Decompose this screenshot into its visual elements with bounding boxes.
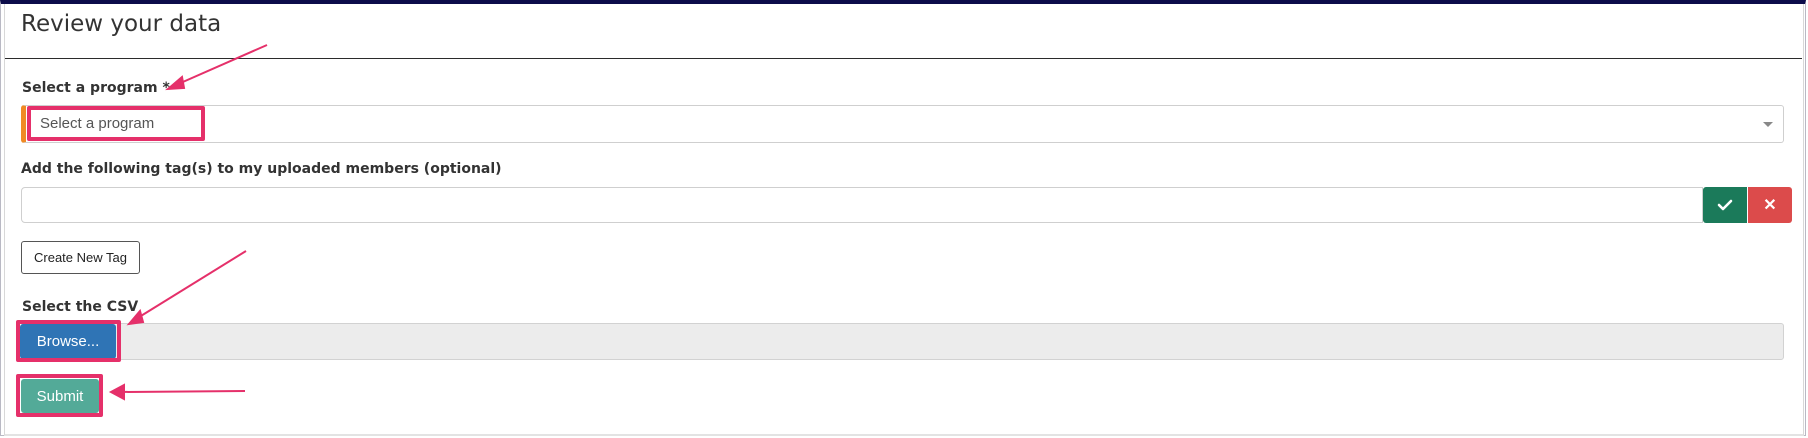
confirm-tag-button[interactable] [1703, 187, 1747, 223]
highlight-box-program [27, 106, 205, 141]
program-select[interactable]: Select a program [21, 105, 1784, 143]
cancel-tag-button[interactable]: ✕ [1748, 187, 1792, 223]
create-new-tag-button[interactable]: Create New Tag [21, 241, 140, 274]
tags-input[interactable] [21, 187, 1703, 223]
csv-label: Select the CSV [22, 299, 139, 315]
close-icon: ✕ [1763, 197, 1777, 214]
program-label: Select a program * [22, 80, 170, 96]
highlight-box-submit [16, 374, 103, 417]
tags-label: Add the following tag(s) to my uploaded … [21, 161, 502, 177]
highlight-box-browse [16, 320, 121, 362]
csv-file-input[interactable] [21, 323, 1784, 360]
check-icon [1717, 199, 1733, 211]
title-divider [5, 58, 1802, 59]
caret-down-icon [1763, 122, 1773, 127]
page-title: Review your data [21, 11, 222, 37]
